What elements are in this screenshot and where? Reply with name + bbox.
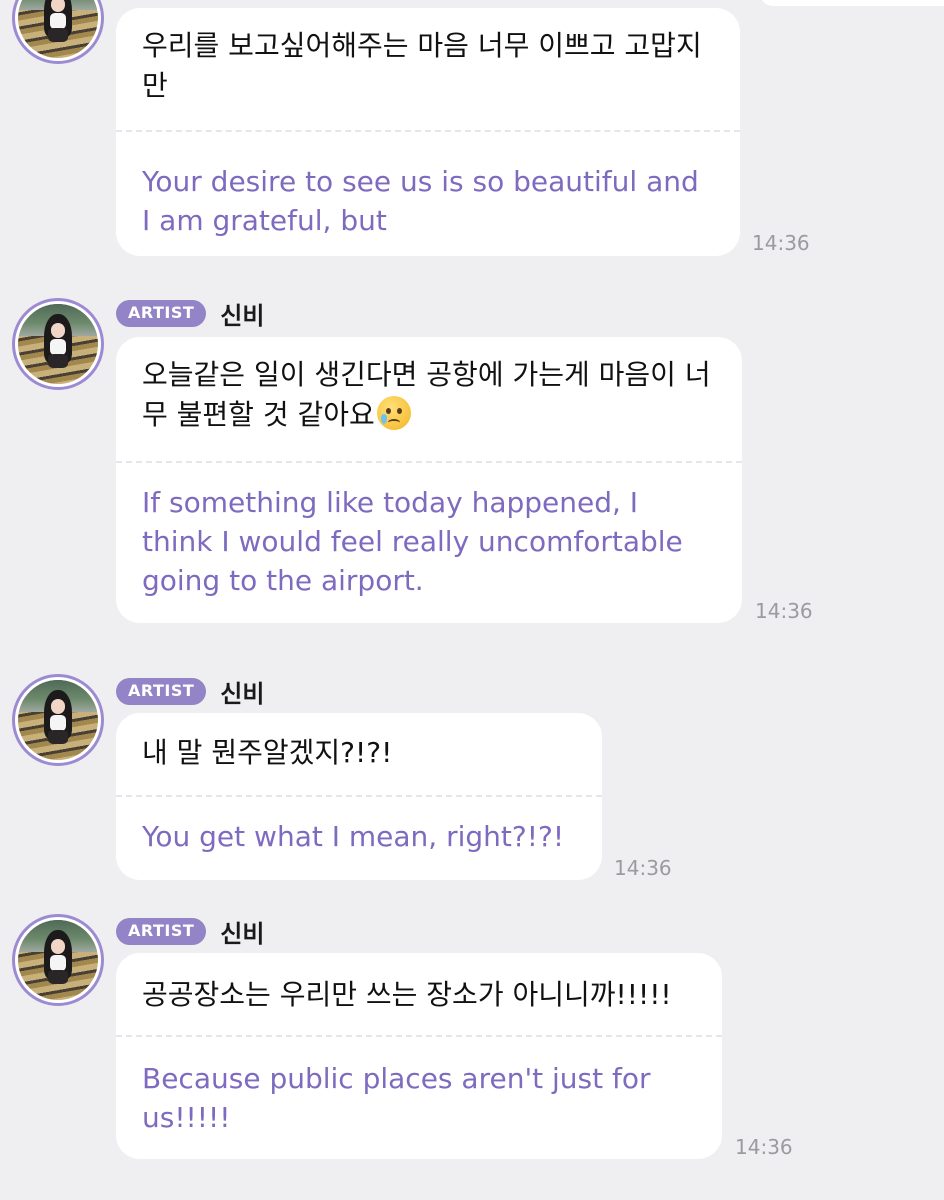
- avatar-photo: [18, 680, 98, 760]
- artist-badge: ARTIST: [116, 918, 207, 945]
- translation-divider: [116, 795, 602, 797]
- artist-avatar[interactable]: [12, 914, 104, 1006]
- message-translation-text: You get what I mean, right?!?!: [142, 820, 565, 853]
- artist-avatar[interactable]: [12, 298, 104, 390]
- avatar-photo: [18, 920, 98, 1000]
- message-bubble[interactable]: 공공장소는 우리만 쓰는 장소가 아니니까!!!!! Because publi…: [116, 953, 722, 1159]
- message-bubble[interactable]: 내 말 뭔주알겠지?!?! You get what I mean, right…: [116, 713, 602, 880]
- message-korean-text: 우리를 보고싶어해주는 마음 너무 이쁘고 고맙지만: [142, 29, 702, 102]
- sender-meta: ARTIST 신비: [116, 674, 264, 709]
- message-korean-text: 공공장소는 우리만 쓰는 장소가 아니니까!!!!!: [142, 978, 672, 1011]
- translation-divider: [116, 130, 740, 132]
- sender-meta: ARTIST 신비: [116, 296, 264, 331]
- avatar-photo: [18, 0, 98, 58]
- sender-name: 신비: [220, 680, 265, 708]
- message-bubble[interactable]: 우리를 보고싶어해주는 마음 너무 이쁘고 고맙지만 Your desire t…: [116, 8, 740, 256]
- message-timestamp: 14:36: [735, 1135, 793, 1159]
- sender-name: 신비: [220, 920, 265, 948]
- message-korean-text: 내 말 뭔주알겠지?!?!: [142, 736, 393, 769]
- artist-badge: ARTIST: [116, 678, 207, 705]
- translation-divider: [116, 461, 742, 463]
- message-korean-text: 오늘같은 일이 생긴다면 공항에 가는게 마음이 너무 불편할 것 같아요: [142, 358, 711, 431]
- artist-badge: ARTIST: [116, 300, 207, 327]
- translation-divider: [116, 1035, 722, 1037]
- chat-thread[interactable]: 우리를 보고싶어해주는 마음 너무 이쁘고 고맙지만 Your desire t…: [0, 0, 944, 1200]
- sender-name: 신비: [220, 302, 265, 330]
- message-timestamp: 14:36: [755, 599, 813, 623]
- avatar-photo: [18, 304, 98, 384]
- message-translation-text: If something like today happened, I thin…: [142, 486, 683, 597]
- message-translation-text: Because public places aren't just for us…: [142, 1062, 651, 1134]
- message-timestamp: 14:36: [614, 856, 672, 880]
- previous-message-bubble-edge: [760, 0, 944, 6]
- artist-avatar[interactable]: [12, 674, 104, 766]
- message-translation-text: Your desire to see us is so beautiful an…: [142, 165, 699, 237]
- crying-smile-emoji-icon: [376, 396, 411, 430]
- sender-meta: ARTIST 신비: [116, 914, 264, 949]
- message-bubble[interactable]: 오늘같은 일이 생긴다면 공항에 가는게 마음이 너무 불편할 것 같아요 If…: [116, 337, 742, 623]
- message-korean-line: 오늘같은 일이 생긴다면 공항에 가는게 마음이 너무 불편할 것 같아요: [142, 355, 716, 435]
- message-timestamp: 14:36: [752, 231, 810, 255]
- artist-avatar[interactable]: [12, 0, 104, 64]
